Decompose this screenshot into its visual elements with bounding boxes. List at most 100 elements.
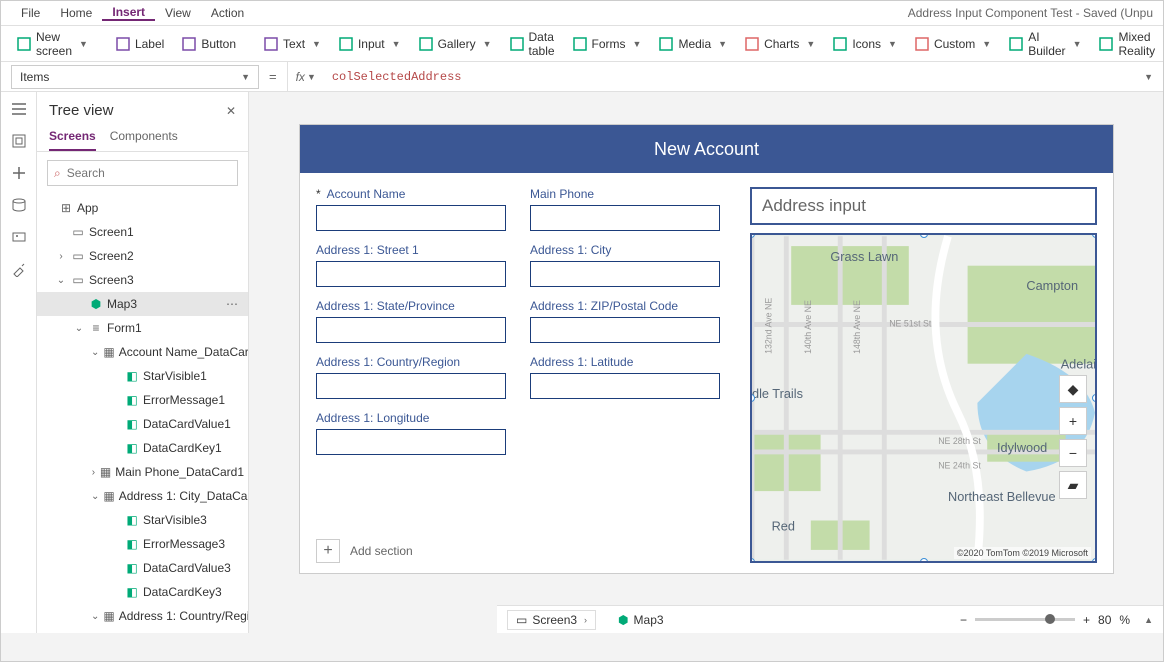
tree-item-starvisible4[interactable]: ◧StarVisible4 bbox=[37, 628, 248, 633]
selection-handle[interactable] bbox=[920, 233, 928, 238]
breadcrumb-map[interactable]: ⬢ Map3 bbox=[610, 611, 672, 629]
map-control[interactable]: Grass Lawn Campton Adelai dle Trails Idy… bbox=[750, 233, 1097, 563]
svg-text:NE 51st St: NE 51st St bbox=[889, 318, 932, 328]
svg-text:Idylwood: Idylwood bbox=[997, 440, 1047, 455]
map-zoom-in-button[interactable]: + bbox=[1059, 407, 1087, 435]
ribbon-button[interactable]: Button bbox=[174, 33, 244, 55]
zoom-out-button[interactable]: − bbox=[960, 613, 967, 627]
menu-home[interactable]: Home bbox=[50, 6, 102, 20]
tree-search[interactable]: ⌕ bbox=[47, 160, 238, 186]
tab-screens[interactable]: Screens bbox=[49, 123, 96, 151]
app-title: Address Input Component Test - Saved (Un… bbox=[908, 6, 1153, 20]
zoom-slider[interactable] bbox=[975, 618, 1075, 621]
formula-input[interactable]: colSelectedAddress bbox=[324, 70, 1142, 84]
menu-insert[interactable]: Insert bbox=[102, 5, 155, 21]
menu-view[interactable]: View bbox=[155, 6, 201, 20]
tree-view-icon[interactable] bbox=[10, 132, 28, 150]
menu-file[interactable]: File bbox=[11, 6, 50, 20]
ribbon-label[interactable]: Label bbox=[108, 33, 172, 55]
field-input[interactable] bbox=[316, 205, 506, 231]
selection-handle[interactable] bbox=[1092, 558, 1097, 563]
ribbon-mixed-reality[interactable]: Mixed Reality▼ bbox=[1091, 26, 1164, 62]
formula-expand-icon[interactable]: ▼ bbox=[1144, 72, 1163, 82]
field-input[interactable] bbox=[316, 317, 506, 343]
field-input[interactable] bbox=[316, 429, 506, 455]
ribbon-media[interactable]: Media▼ bbox=[651, 33, 735, 55]
tree-item-screen1[interactable]: ▭Screen1 bbox=[37, 220, 248, 244]
map-zoom-out-button[interactable]: − bbox=[1059, 439, 1087, 467]
field-input[interactable] bbox=[530, 205, 720, 231]
search-icon: ⌕ bbox=[54, 166, 61, 181]
tree-item-app[interactable]: ⊞App bbox=[37, 196, 248, 220]
chevron-down-icon: ▼ bbox=[888, 39, 897, 49]
tree-item-errormessage3[interactable]: ◧ErrorMessage3 bbox=[37, 532, 248, 556]
ribbon-new-screen[interactable]: New screen▼ bbox=[9, 26, 96, 62]
tree-item-address-1-city-datacard1[interactable]: ⌄▦Address 1: City_DataCard1 bbox=[37, 484, 248, 508]
tree-item-errormessage1[interactable]: ◧ErrorMessage1 bbox=[37, 388, 248, 412]
field-input[interactable] bbox=[530, 261, 720, 287]
zoom-value: 80 bbox=[1098, 613, 1111, 627]
field-input[interactable] bbox=[316, 373, 506, 399]
property-selector[interactable]: Items ▼ bbox=[11, 65, 259, 89]
breadcrumb-screen[interactable]: ▭ Screen3 › bbox=[507, 610, 596, 630]
expand-icon[interactable]: ⌄ bbox=[55, 275, 67, 286]
field-input[interactable] bbox=[530, 317, 720, 343]
tree-item-screen3[interactable]: ⌄▭Screen3 bbox=[37, 268, 248, 292]
ribbon-charts[interactable]: Charts▼ bbox=[737, 33, 823, 55]
tab-components[interactable]: Components bbox=[110, 123, 178, 151]
selection-handle[interactable] bbox=[750, 558, 755, 563]
selection-handle[interactable] bbox=[1092, 394, 1097, 402]
field-input[interactable] bbox=[316, 261, 506, 287]
map-layers-button[interactable]: ▰ bbox=[1059, 471, 1087, 499]
field-input[interactable] bbox=[530, 373, 720, 399]
tree-item-datacardkey1[interactable]: ◧DataCardKey1 bbox=[37, 436, 248, 460]
selection-handle[interactable] bbox=[1092, 233, 1097, 238]
ribbon-custom[interactable]: Custom▼ bbox=[907, 33, 999, 55]
expand-icon[interactable]: ⌄ bbox=[91, 347, 99, 358]
ribbon-forms[interactable]: Forms▼ bbox=[565, 33, 650, 55]
tree-item-screen2[interactable]: ›▭Screen2 bbox=[37, 244, 248, 268]
search-input[interactable] bbox=[67, 166, 231, 180]
ribbon-data-table[interactable]: Data table bbox=[502, 26, 563, 62]
menu-action[interactable]: Action bbox=[201, 6, 254, 20]
selection-handle[interactable] bbox=[920, 558, 928, 563]
ribbon-input[interactable]: Input▼ bbox=[331, 33, 409, 55]
ribbon-ai-builder[interactable]: AI Builder▼ bbox=[1001, 26, 1089, 62]
add-icon[interactable] bbox=[10, 164, 28, 182]
expand-icon[interactable]: ⌄ bbox=[73, 323, 85, 334]
expand-icon[interactable]: ⌄ bbox=[91, 611, 99, 622]
tree-item-account-name-datacard1[interactable]: ⌄▦Account Name_DataCard1 bbox=[37, 340, 248, 364]
media-icon[interactable] bbox=[10, 228, 28, 246]
address-input[interactable]: Address input bbox=[750, 187, 1097, 225]
map-locate-button[interactable]: ◆ bbox=[1059, 375, 1087, 403]
ribbon-gallery[interactable]: Gallery▼ bbox=[411, 33, 500, 55]
tree-item-main-phone-datacard1[interactable]: ›▦Main Phone_DataCard1 bbox=[37, 460, 248, 484]
add-section-button[interactable]: + Add section bbox=[316, 539, 413, 563]
expand-icon[interactable]: › bbox=[91, 467, 96, 478]
tree-item-datacardvalue3[interactable]: ◧DataCardValue3 bbox=[37, 556, 248, 580]
tree-item-map3[interactable]: ⬢Map3⋯ bbox=[37, 292, 248, 316]
tree-item-starvisible3[interactable]: ◧StarVisible3 bbox=[37, 508, 248, 532]
tree-item-label: Form1 bbox=[107, 321, 142, 335]
more-icon[interactable]: ⋯ bbox=[226, 297, 244, 311]
svg-text:Northeast Bellevue: Northeast Bellevue bbox=[948, 489, 1056, 504]
expand-icon[interactable]: › bbox=[55, 251, 67, 262]
zoom-menu-icon[interactable]: ▲ bbox=[1144, 615, 1153, 625]
field-address-1-zip-postal-code: Address 1: ZIP/Postal Code bbox=[530, 299, 720, 343]
zoom-in-button[interactable]: + bbox=[1083, 613, 1090, 627]
tree-item-address-1-country-region-datacarc[interactable]: ⌄▦Address 1: Country/Region_DataCarc bbox=[37, 604, 248, 628]
ribbon-text[interactable]: Text▼ bbox=[256, 33, 329, 55]
tools-icon[interactable] bbox=[10, 260, 28, 278]
tree-item-starvisible1[interactable]: ◧StarVisible1 bbox=[37, 364, 248, 388]
expand-icon[interactable]: ⌄ bbox=[91, 491, 99, 502]
tree-item-datacardkey3[interactable]: ◧DataCardKey3 bbox=[37, 580, 248, 604]
data-icon[interactable] bbox=[10, 196, 28, 214]
tree-item-datacardvalue1[interactable]: ◧DataCardValue1 bbox=[37, 412, 248, 436]
close-icon[interactable]: ✕ bbox=[226, 104, 236, 118]
tree-item-label: Address 1: Country/Region_DataCarc bbox=[119, 609, 248, 623]
canvas[interactable]: New Account *Account NameAddress 1: Stre… bbox=[249, 92, 1163, 633]
ribbon-icons[interactable]: Icons▼ bbox=[825, 33, 905, 55]
hamburger-icon[interactable] bbox=[10, 100, 28, 118]
ribbon-label: New screen bbox=[36, 30, 72, 58]
tree-item-form1[interactable]: ⌄≡Form1 bbox=[37, 316, 248, 340]
